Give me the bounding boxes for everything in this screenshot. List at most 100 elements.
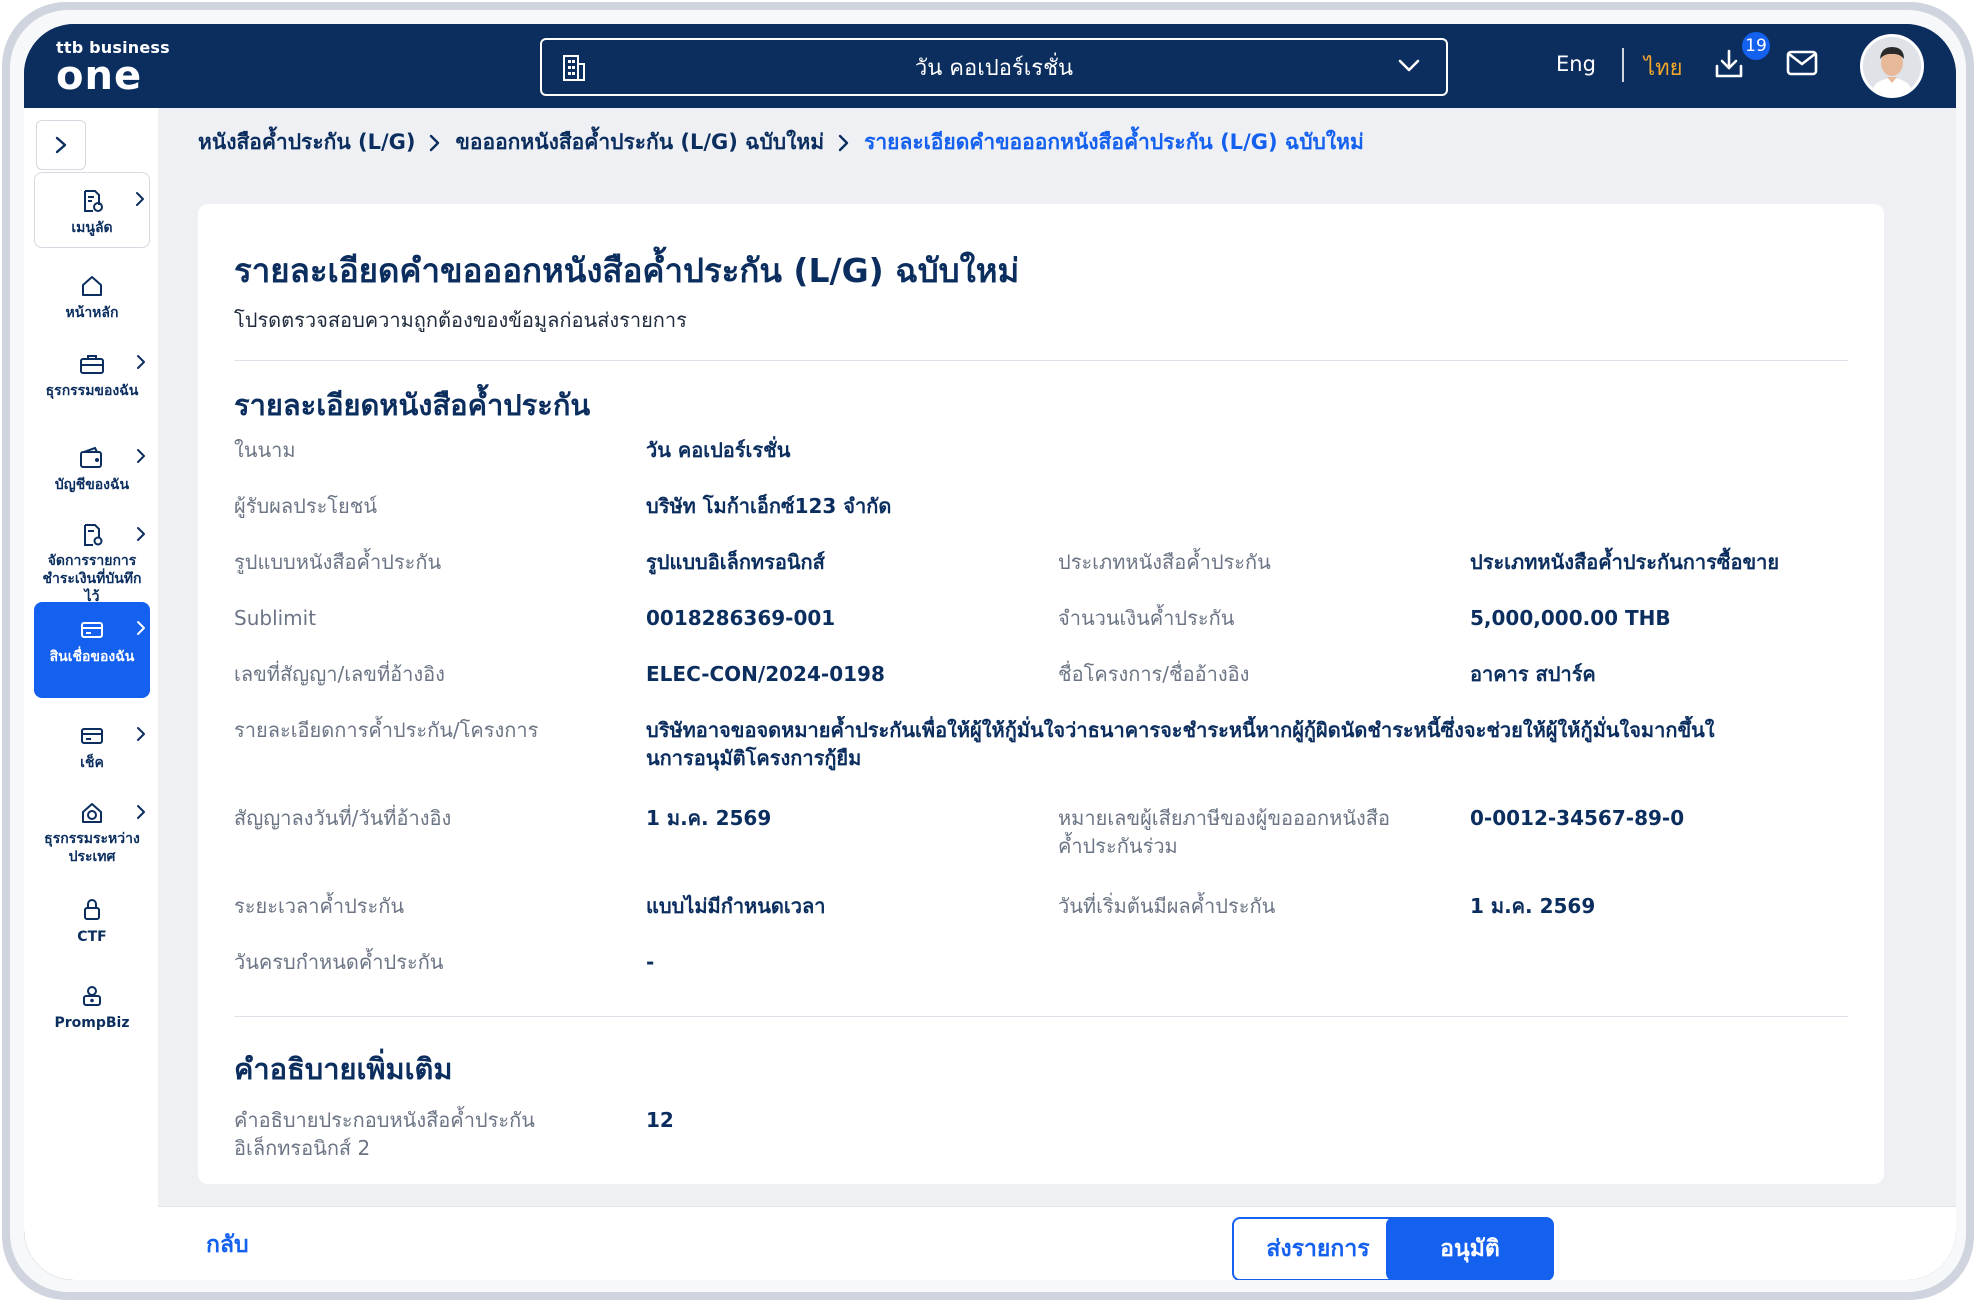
main-content: หนังสือค้ำประกัน (L/G) ขอออกหนังสือค้ำปร…	[158, 108, 1956, 1280]
field-value-description: 12	[646, 1108, 674, 1132]
back-button[interactable]: กลับ	[206, 1227, 249, 1263]
sidebar-item-label: เช็ค	[80, 755, 104, 771]
mail-icon[interactable]	[1786, 50, 1818, 80]
building-icon	[562, 54, 586, 86]
wallet-icon	[79, 444, 105, 472]
field-value-guarantee-detail-line1: บริษัทอาจขอจดหมายค้ำประกันเพื่อให้ผู้ให้…	[646, 718, 1715, 742]
chevron-down-icon	[1398, 58, 1420, 77]
field-value-format: รูปแบบอิเล็กทรอนิกส์	[646, 550, 825, 574]
user-avatar[interactable]	[1860, 34, 1924, 98]
field-label-amount: จำนวนเงินค้ำประกัน	[1058, 606, 1235, 630]
field-value-on-behalf: วัน คอเปอร์เรชั่น	[646, 438, 791, 462]
sidebar-item-shortcut-menu[interactable]: เมนูลัด	[34, 172, 150, 248]
breadcrumb-item-lg[interactable]: หนังสือค้ำประกัน (L/G)	[198, 126, 415, 159]
language-thai-toggle[interactable]: ไทย	[1644, 50, 1682, 85]
section-divider	[234, 360, 1848, 361]
app-screen: ttb business one วัน คอเปอร์เรชั่น Eng ไ…	[24, 24, 1956, 1280]
cheque-icon	[80, 722, 104, 750]
sidebar: เมนูลัด หน้าหลัก ธุรกรรมของฉัน บัญชีของฉ…	[24, 108, 158, 1280]
field-value-guarantee-detail-line2: นการอนุมัติโครงการกู้ยืม	[646, 746, 862, 770]
field-value-contract-date: 1 ม.ค. 2569	[646, 806, 772, 830]
field-value-period: แบบไม่มีกำหนดเวลา	[646, 894, 826, 918]
language-divider	[1622, 48, 1624, 82]
sidebar-item-my-transactions[interactable]: ธุรกรรมของฉัน	[34, 336, 150, 416]
chevron-right-icon	[135, 191, 145, 211]
logo-big-text: one	[56, 53, 143, 99]
field-value-taxid: 0-0012-34567-89-0	[1470, 806, 1685, 830]
top-bar: ttb business one วัน คอเปอร์เรชั่น Eng ไ…	[24, 24, 1956, 108]
international-icon	[80, 800, 104, 826]
company-selector-value: วัน คอเปอร์เรชั่น	[914, 55, 1074, 81]
chevron-right-icon	[136, 526, 146, 546]
sidebar-item-my-loans[interactable]: สินเชื่อของฉัน	[34, 602, 150, 698]
sidebar-item-label: ธุรกรรมของฉัน	[45, 383, 139, 399]
sidebar-item-ctf[interactable]: CTF	[34, 882, 150, 952]
field-label-beneficiary: ผู้รับผลประโยชน์	[234, 494, 378, 518]
chevron-right-icon	[429, 134, 441, 152]
sidebar-item-label: สินเชื่อของฉัน	[49, 649, 135, 665]
field-label-on-behalf: ในนาม	[234, 438, 296, 462]
field-label-due-date: วันครบกำหนดค้ำประกัน	[234, 950, 444, 974]
submit-button[interactable]: ส่งรายการ	[1232, 1217, 1404, 1280]
breadcrumb-item-new-lg-request[interactable]: ขอออกหนังสือค้ำประกัน (L/G) ฉบับใหม่	[455, 126, 824, 159]
sidebar-item-label: เมนูลัด	[71, 220, 113, 236]
sidebar-item-international[interactable]: ธุรกรรมระหว่างประเทศ	[34, 786, 150, 866]
field-value-beneficiary: บริษัท โมก้าเอ็กซ์123 จำกัด	[646, 494, 892, 518]
sidebar-item-label: จัดการรายการชำระเงินที่บันทึกไว้	[42, 553, 142, 605]
app-logo[interactable]: ttb business one	[56, 38, 170, 99]
chevron-right-icon	[55, 136, 67, 154]
section-title-guarantee-details: รายละเอียดหนังสือค้ำประกัน	[234, 388, 591, 422]
field-label-start-date: วันที่เริ่มต้นมีผลค้ำประกัน	[1058, 894, 1276, 918]
field-label-type: ประเภทหนังสือค้ำประกัน	[1058, 550, 1271, 574]
field-label-guarantee-detail: รายละเอียดการค้ำประกัน/โครงการ	[234, 718, 539, 742]
field-label-format: รูปแบบหนังสือค้ำประกัน	[234, 550, 442, 574]
field-value-contract-no: ELEC-CON/2024-0198	[646, 662, 885, 686]
field-label-contract-date: สัญญาลงวันที่/วันที่อ้างอิง	[234, 806, 452, 830]
field-label-taxid-line1: หมายเลขผู้เสียภาษีของผู้ขอออกหนังสือ	[1058, 806, 1390, 830]
download-icon[interactable]	[1714, 48, 1744, 84]
field-value-type: ประเภทหนังสือค้ำประกันการซื้อขาย	[1470, 550, 1780, 574]
field-label-contract-no: เลขที่สัญญา/เลขที่อ้างอิง	[234, 662, 445, 686]
page-title: รายละเอียดคำขอออกหนังสือค้ำประกัน (L/G) …	[234, 251, 1020, 290]
field-label-period: ระยะเวลาค้ำประกัน	[234, 894, 405, 918]
download-count-badge: 19	[1740, 30, 1772, 62]
company-selector[interactable]: วัน คอเปอร์เรชั่น	[540, 38, 1448, 96]
sidebar-item-my-accounts[interactable]: บัญชีของฉัน	[34, 430, 150, 500]
approve-button[interactable]: อนุมัติ	[1386, 1217, 1554, 1280]
lock-icon	[82, 896, 102, 924]
field-value-due-date: -	[646, 950, 655, 974]
prompbiz-icon	[80, 982, 104, 1010]
sidebar-item-home[interactable]: หน้าหลัก	[34, 258, 150, 334]
sidebar-item-cheque[interactable]: เช็ค	[34, 708, 150, 778]
field-value-sublimit: 0018286369-001	[646, 606, 836, 630]
briefcase-icon	[79, 350, 105, 378]
field-label-sublimit: Sublimit	[234, 606, 317, 630]
home-icon	[80, 272, 104, 300]
sidebar-item-saved-payments[interactable]: จัดการรายการชำระเงินที่บันทึกไว้	[34, 508, 150, 606]
chevron-right-icon	[136, 620, 146, 640]
sidebar-expand-button[interactable]	[36, 120, 86, 170]
field-label-project-name: ชื่อโครงการ/ชื่ออ้างอิง	[1058, 662, 1250, 686]
section-title-additional-description: คำอธิบายเพิ่มเติม	[234, 1052, 453, 1086]
field-value-project-name: อาคาร สปาร์ค	[1470, 662, 1596, 686]
language-eng-toggle[interactable]: Eng	[1556, 52, 1596, 76]
sidebar-item-label: CTF	[77, 929, 107, 945]
field-label-description-line1: คำอธิบายประกอบหนังสือค้ำประกัน	[234, 1108, 535, 1132]
breadcrumb-current: รายละเอียดคำขอออกหนังสือค้ำประกัน (L/G) …	[864, 130, 1364, 154]
field-label-description-line2: อิเล็กทรอนิกส์ 2	[234, 1136, 371, 1160]
chevron-right-icon	[838, 134, 850, 152]
document-shortcut-icon	[80, 187, 104, 215]
breadcrumb: หนังสือค้ำประกัน (L/G) ขอออกหนังสือค้ำปร…	[198, 126, 1364, 159]
chevron-right-icon	[136, 354, 146, 374]
chevron-right-icon	[136, 804, 146, 824]
field-label-taxid-line2: ค้ำประกันร่วม	[1058, 834, 1178, 858]
sidebar-item-label: หน้าหลัก	[65, 305, 119, 321]
sidebar-item-label: PrompBiz	[54, 1015, 130, 1031]
credit-card-icon	[80, 616, 104, 644]
document-settings-icon	[80, 522, 104, 548]
field-value-amount: 5,000,000.00 THB	[1470, 606, 1671, 630]
sidebar-item-label: ธุรกรรมระหว่างประเทศ	[44, 831, 140, 865]
field-value-start-date: 1 ม.ค. 2569	[1470, 894, 1596, 918]
page-subtitle: โปรดตรวจสอบความถูกต้องของข้อมูลก่อนส่งรา…	[234, 308, 687, 332]
sidebar-item-prompbiz[interactable]: PrompBiz	[34, 968, 150, 1044]
